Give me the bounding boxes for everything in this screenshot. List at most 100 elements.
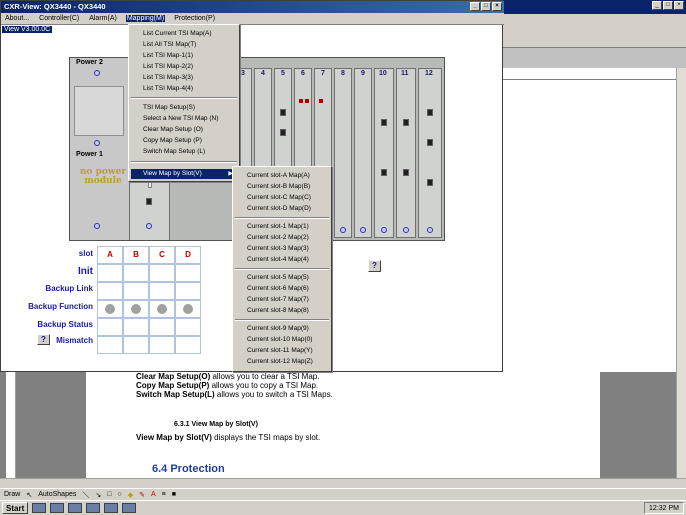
grid-cell	[123, 336, 149, 354]
menu-switch-map-setup[interactable]: Switch Map Setup (L)	[131, 147, 237, 157]
taskbar-app-icon[interactable]	[122, 503, 137, 513]
chassis-help-button[interactable]: ?	[368, 260, 381, 272]
slot-9-card[interactable]: 9	[354, 68, 372, 238]
grid-cell	[175, 318, 201, 336]
taskbar-app-icon[interactable]	[68, 503, 83, 513]
minimize-button[interactable]: _	[470, 2, 480, 11]
taskbar-app-icon[interactable]	[86, 503, 101, 513]
pointer-icon[interactable]: ↖	[26, 491, 32, 499]
rectangle-icon[interactable]: □	[107, 491, 111, 498]
word-close-button[interactable]: ×	[674, 1, 684, 10]
menu-list-tsi-map-4[interactable]: List TSI Map-4(4)	[131, 84, 237, 94]
menu-slot-8[interactable]: Current slot-8 Map(8)	[235, 306, 329, 316]
font-color-icon[interactable]: A	[151, 491, 156, 498]
slot-number: 6	[301, 70, 305, 77]
screw-icon	[381, 227, 387, 233]
word-vertical-scrollbar[interactable]	[676, 68, 686, 480]
menu-separator	[131, 97, 237, 99]
menu-slot-a[interactable]: Current slot-A Map(A)	[235, 171, 329, 181]
menu-slot-c[interactable]: Current slot-C Map(C)	[235, 193, 329, 203]
draw-menu-button[interactable]: Draw	[4, 491, 20, 498]
grid-cell	[149, 282, 175, 300]
grid-cell	[97, 246, 123, 264]
menu-protection[interactable]: Protection(P)	[173, 15, 216, 22]
slot-10-card[interactable]: 10	[374, 68, 394, 238]
screw-icon	[94, 223, 100, 229]
close-button[interactable]: ×	[492, 2, 502, 11]
taskbar: Start 12:32 PM	[0, 500, 686, 515]
mismatch-help-button[interactable]: ?	[37, 334, 50, 345]
grid-cell	[123, 264, 149, 282]
cxr-menubar: About... Controller(C) Alarm(A) Mapping(…	[1, 13, 504, 25]
menu-slot-12[interactable]: Current slot-12 Map(Z)	[235, 357, 329, 367]
menu-list-current-tsi-map[interactable]: List Current TSI Map(A)	[131, 29, 237, 39]
start-button[interactable]: Start	[2, 502, 29, 514]
menu-slot-d[interactable]: Current slot-D Map(D)	[235, 204, 329, 214]
port-icon	[280, 109, 286, 116]
oval-icon[interactable]: ○	[117, 491, 121, 498]
screw-icon	[340, 227, 346, 233]
menu-slot-6[interactable]: Current slot-6 Map(6)	[235, 284, 329, 294]
menu-copy-map-setup[interactable]: Copy Map Setup (P)	[131, 136, 237, 146]
menu-list-all-tsi-map[interactable]: List All TSI Map(T)	[131, 40, 237, 50]
menu-controller[interactable]: Controller(C)	[38, 15, 80, 22]
menu-alarm[interactable]: Alarm(A)	[88, 15, 118, 22]
fill-color-icon[interactable]: ◆	[128, 491, 133, 499]
port-icon	[403, 169, 409, 176]
port-icon	[381, 119, 387, 126]
menu-view-map-by-slot[interactable]: View Map by Slot(V) ▶	[131, 169, 237, 179]
menu-slot-11[interactable]: Current slot-11 Map(Y)	[235, 346, 329, 356]
slot-number: 11	[401, 70, 409, 77]
menu-list-tsi-map-2[interactable]: List TSI Map-2(2)	[131, 62, 237, 72]
line-icon[interactable]: ＼	[82, 490, 89, 500]
grid-cell	[123, 246, 149, 264]
maximize-button[interactable]: □	[481, 2, 491, 11]
menu-slot-3[interactable]: Current slot-3 Map(3)	[235, 244, 329, 254]
menu-list-tsi-map-3[interactable]: List TSI Map-3(3)	[131, 73, 237, 83]
slot-label: slot	[78, 249, 93, 258]
row-label-backup-link: Backup Link	[45, 284, 93, 293]
menu-clear-map-setup[interactable]: Clear Map Setup (O)	[131, 125, 237, 135]
port-icon	[427, 139, 433, 146]
slot-12-card[interactable]: 12	[418, 68, 442, 238]
row-label-backup-status: Backup Status	[37, 320, 93, 329]
taskbar-app-icon[interactable]	[50, 503, 65, 513]
power-label: Power 2	[76, 59, 103, 66]
menu-list-tsi-map-1[interactable]: List TSI Map-1(1)	[131, 51, 237, 61]
menu-slot-7[interactable]: Current slot-7 Map(7)	[235, 295, 329, 305]
word-toolbar	[500, 14, 686, 48]
menu-slot-4[interactable]: Current slot-4 Map(4)	[235, 255, 329, 265]
screw-icon	[360, 227, 366, 233]
menu-slot-10[interactable]: Current slot-10 Map(0)	[235, 335, 329, 345]
arrow-icon[interactable]: ↘	[95, 491, 101, 499]
menu-tsi-map-setup[interactable]: TSI Map Setup(S)	[131, 103, 237, 113]
menu-about[interactable]: About...	[4, 15, 30, 22]
menu-slot-2[interactable]: Current slot-2 Map(2)	[235, 233, 329, 243]
doc-line-clear: Clear Map Setup(O) allows you to clear a…	[136, 372, 320, 381]
slot-number: 10	[379, 70, 387, 77]
taskbar-app-icon[interactable]	[32, 503, 47, 513]
menu-slot-5[interactable]: Current slot-5 Map(5)	[235, 273, 329, 283]
screw-icon	[427, 227, 433, 233]
line-style-icon[interactable]: ≡	[162, 491, 166, 498]
system-tray-clock: 12:32 PM	[644, 502, 684, 514]
menu-mapping[interactable]: Mapping(M)	[125, 15, 166, 22]
word-horizontal-scrollbar[interactable]	[0, 478, 686, 488]
grid-cell	[175, 282, 201, 300]
autoshapes-button[interactable]: AutoShapes	[38, 491, 76, 498]
menu-slot-1[interactable]: Current slot-1 Map(1)	[235, 222, 329, 232]
line-color-icon[interactable]: ✎	[139, 491, 145, 499]
grid-cell	[97, 336, 123, 354]
slot-8-card[interactable]: 8	[334, 68, 352, 238]
power-label-2: Power 1	[76, 151, 103, 158]
word-maximize-button[interactable]: □	[663, 1, 673, 10]
grid-cell	[175, 336, 201, 354]
menu-slot-b[interactable]: Current slot-B Map(B)	[235, 182, 329, 192]
menu-select-new-tsi-map[interactable]: Select a New TSI Map (N)	[131, 114, 237, 124]
doc-line-view: View Map by Slot(V) displays the TSI map…	[136, 433, 321, 442]
shadow-icon[interactable]: ■	[172, 491, 176, 498]
slot-11-card[interactable]: 11	[396, 68, 416, 238]
word-minimize-button[interactable]: _	[652, 1, 662, 10]
menu-slot-9[interactable]: Current slot-9 Map(9)	[235, 324, 329, 334]
taskbar-app-icon[interactable]	[104, 503, 119, 513]
